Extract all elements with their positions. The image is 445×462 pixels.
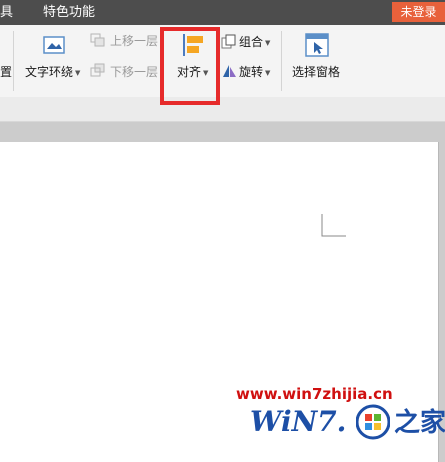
watermark-url: www.win7zhijia.cn [236, 385, 393, 403]
watermark-logo-suffix: 之家 [394, 408, 445, 438]
rotate-label: 旋转 [239, 65, 264, 79]
align-highlight-box [160, 27, 220, 105]
login-badge[interactable]: 未登录 [392, 2, 445, 22]
menu-bar: 具 特色功能 未登录 [0, 0, 445, 25]
send-backward-icon [90, 63, 105, 77]
group-label: 组合 [239, 35, 264, 49]
menu-tools[interactable]: 具 [0, 0, 13, 25]
group-icon [221, 34, 236, 49]
text-wrap-label: 文字环绕 [25, 65, 74, 79]
windows-logo-icon [356, 404, 390, 440]
watermark-logo-text: WiN7. [250, 405, 347, 438]
bring-forward-icon [90, 33, 105, 47]
move-up-label: 上移一层 [110, 34, 159, 48]
ribbon-separator [281, 31, 282, 91]
rotate-icon [223, 65, 236, 77]
menu-special-features[interactable]: 特色功能 [43, 0, 95, 25]
page-corner-mark [321, 214, 346, 237]
chevron-down-icon: ▼ [265, 68, 271, 77]
ribbon-separator [13, 31, 14, 91]
chevron-down-icon: ▼ [75, 68, 81, 77]
ribbon-toolbar: 置 文字环绕 ▼ 上移一层 下移一层 对齐 ▼ 组合 ▼ 旋转 ▼ 选择窗格 [0, 25, 445, 98]
ribbon-cut-label: 置 [0, 65, 13, 79]
watermark-logo: WiN7. 之家 [250, 402, 445, 448]
move-down-label: 下移一层 [110, 65, 159, 79]
selection-pane-label: 选择窗格 [292, 65, 341, 79]
ruler-strip [0, 97, 445, 122]
chevron-down-icon: ▼ [265, 38, 271, 47]
selection-pane-icon [305, 33, 329, 57]
text-wrap-icon [43, 36, 65, 54]
